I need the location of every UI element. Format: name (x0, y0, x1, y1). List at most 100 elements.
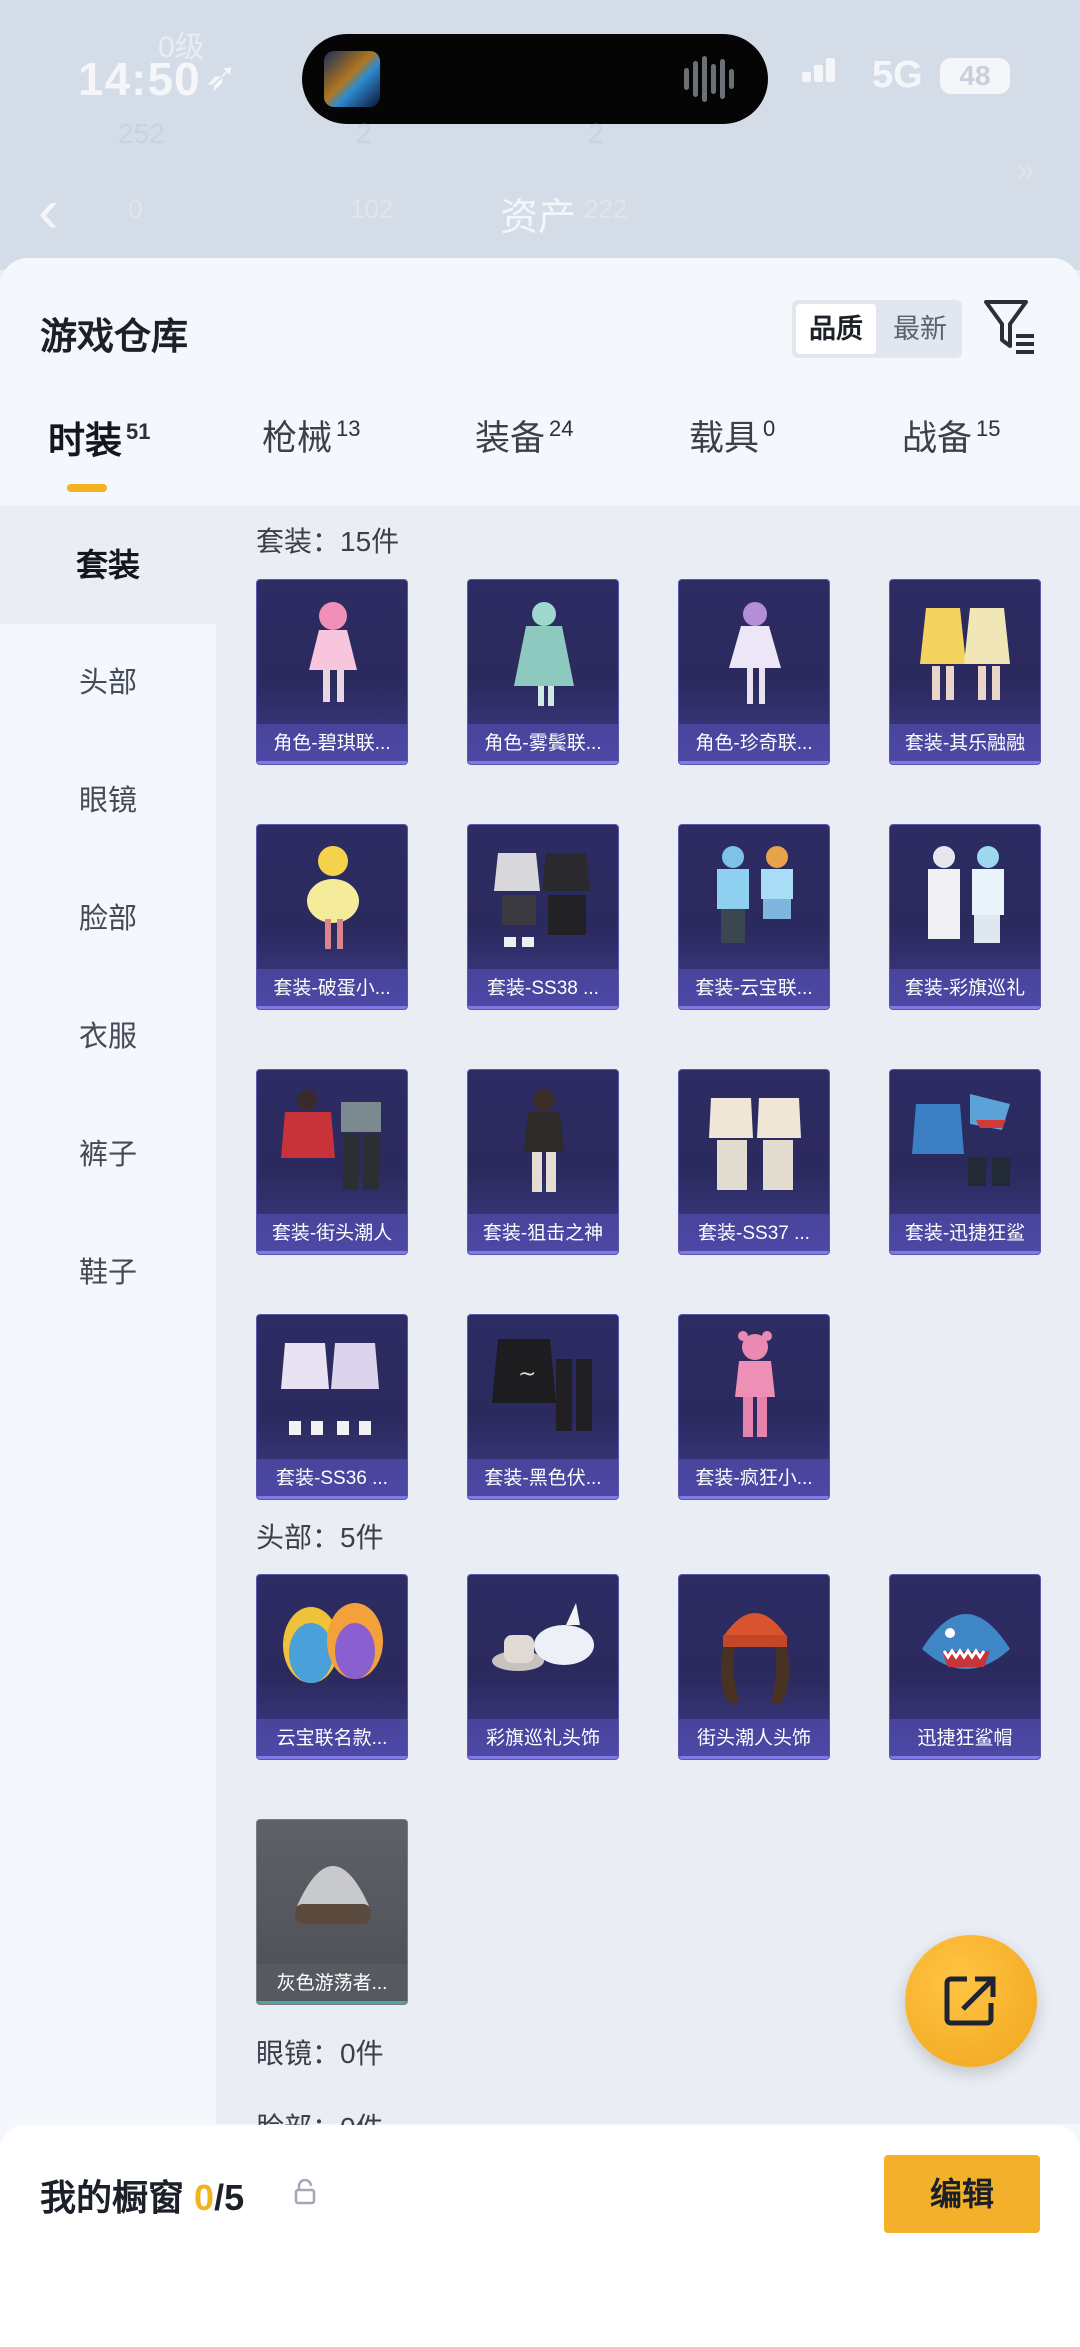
item-card[interactable]: 套装-疯狂小... (678, 1314, 830, 1500)
cloud-outfit-icon (717, 846, 793, 943)
tab-label: 枪械 (262, 419, 333, 458)
item-card[interactable]: 套装-街头潮人 (256, 1069, 408, 1255)
tab-label: 战备 (902, 419, 973, 458)
item-name: 套装-疯狂小... (679, 1459, 829, 1499)
item-card[interactable]: 云宝联名款... (256, 1574, 408, 1760)
item-card[interactable]: 街头潮人头饰 (678, 1574, 830, 1760)
tab-count: 51 (126, 419, 151, 444)
dynamic-island[interactable] (302, 34, 768, 124)
sheet-title: 游戏仓库 (40, 316, 188, 357)
sidebar-item-sets[interactable]: 套装 (0, 506, 216, 624)
teal-character-icon (514, 602, 574, 706)
sort-newest-button[interactable]: 最新 (880, 304, 960, 354)
item-name: 灰色游荡者... (257, 1964, 407, 2004)
item-name: 套装-街头潮人 (257, 1214, 407, 1254)
back-chevron-icon[interactable]: ‹ (38, 176, 59, 247)
item-name: 套装-云宝联... (679, 969, 829, 1009)
sort-quality-button[interactable]: 品质 (796, 304, 876, 354)
item-name: 角色-珍奇联... (679, 724, 829, 764)
category-tabs: 时装 51 枪械 13 装备 24 载具 0 战备 15 (0, 410, 1080, 506)
showcase-label: 我的橱窗 (40, 2177, 185, 2218)
tab-count: 24 (549, 416, 574, 441)
edit-button[interactable]: 编辑 (884, 2155, 1040, 2233)
item-name: 套装-SS38 ... (468, 969, 618, 1009)
pink-bear-outfit-icon (735, 1331, 775, 1437)
background-page: 0级 14:50 ➶ 5G 48 252 2 2 ‹ 0 102 资产 222 … (0, 0, 1080, 270)
sidebar-item-clothes[interactable]: 衣服 (0, 978, 216, 1096)
section-title: 眼镜：0件 (256, 2038, 384, 2069)
tab-label: 装备 (475, 419, 546, 458)
tab-label: 时装 (48, 420, 122, 461)
item-card[interactable]: 套装-SS36 ... (256, 1314, 408, 1500)
item-card[interactable]: 套装-彩旗巡礼 (889, 824, 1041, 1010)
sidebar-item-pants[interactable]: 裤子 (0, 1096, 216, 1214)
street-outfit-icon (281, 1090, 381, 1190)
audio-wave-icon (684, 56, 744, 102)
black-hoodie-outfit-icon: ~ (492, 1339, 592, 1431)
item-name: 套装-狙击之神 (468, 1214, 618, 1254)
tab-count: 15 (976, 416, 1001, 441)
background-stat: 2 (356, 118, 372, 149)
item-card[interactable]: 套装-云宝联... (678, 824, 830, 1010)
network-type: 5G (872, 54, 923, 96)
item-card[interactable]: 套装-迅捷狂鲨 (889, 1069, 1041, 1255)
sidebar: 套装 头部 眼镜 脸部 衣服 裤子 鞋子 (0, 506, 216, 2124)
item-card[interactable]: 套装-狙击之神 (467, 1069, 619, 1255)
cloud-headwear-icon (492, 1603, 594, 1671)
item-card[interactable]: ~ 套装-黑色伏... (467, 1314, 619, 1500)
item-name: 彩旗巡礼头饰 (468, 1719, 618, 1759)
grey-beanie-icon (295, 1866, 371, 1924)
tab-equipment[interactable]: 装备 24 (475, 410, 574, 506)
pink-character-icon (309, 602, 357, 702)
tab-combat-gear[interactable]: 战备 15 (902, 410, 1001, 506)
chick-outfit-icon (307, 846, 359, 949)
item-name: 角色-碧琪联... (257, 724, 407, 764)
item-card[interactable]: 角色-珍奇联... (678, 579, 830, 765)
item-name: 套装-其乐融融 (890, 724, 1040, 764)
background-stat: 252 (118, 118, 165, 149)
tab-vehicles[interactable]: 载具 0 (689, 410, 775, 506)
background-value: 0 (128, 194, 143, 224)
sort-toggle: 品质 最新 (792, 300, 962, 358)
section-title: 头部：5件 (256, 1522, 384, 1553)
item-card[interactable]: 灰色游荡者... (256, 1819, 408, 2005)
status-time: 14:50 (78, 53, 201, 105)
album-art-icon (324, 51, 380, 107)
section-title: 套装：15件 (256, 526, 400, 557)
item-grid: 套装：15件 角色-碧琪联... 角色-雾鬓联... 角色-珍奇联... 套装-… (216, 506, 1080, 2143)
svg-text:~: ~ (518, 1362, 536, 1387)
beanie-dreads-icon (721, 1613, 789, 1703)
item-name: 角色-雾鬓联... (468, 724, 618, 764)
item-name: 迅捷狂鲨帽 (890, 1719, 1040, 1759)
background-value: 102 (350, 194, 394, 224)
item-card[interactable]: 角色-碧琪联... (256, 579, 408, 765)
rocket-icon: ➶ (204, 55, 238, 99)
showcase-title: 我的橱窗 0/5 (40, 2169, 244, 2221)
battery-icon: 48 (940, 58, 1010, 94)
item-card[interactable]: 迅捷狂鲨帽 (889, 1574, 1041, 1760)
cellular-signal-icon (802, 58, 846, 92)
tab-guns[interactable]: 枪械 13 (262, 410, 361, 506)
sidebar-item-face[interactable]: 脸部 (0, 860, 216, 978)
warehouse-body: 套装 头部 眼镜 脸部 衣服 裤子 鞋子 套装：15件 角色-碧琪联... 角色… (0, 506, 1080, 2143)
item-card[interactable]: 套装-SS37 ... (678, 1069, 830, 1255)
item-name: 云宝联名款... (257, 1719, 407, 1759)
share-button[interactable] (905, 1935, 1037, 2067)
sidebar-item-shoes[interactable]: 鞋子 (0, 1214, 216, 1332)
showcase-count: 0 (194, 2177, 215, 2218)
item-card[interactable]: 套装-破蛋小... (256, 824, 408, 1010)
ss36-outfit-icon (281, 1343, 379, 1435)
item-name: 套装-彩旗巡礼 (890, 969, 1040, 1009)
item-card[interactable]: 角色-雾鬓联... (467, 579, 619, 765)
item-card[interactable]: 套装-SS38 ... (467, 824, 619, 1010)
tab-count: 13 (336, 416, 361, 441)
filter-icon[interactable] (982, 296, 1038, 358)
background-assets-label: 资产 (500, 197, 577, 239)
ss37-outfit-icon (709, 1098, 801, 1190)
sidebar-item-glasses[interactable]: 眼镜 (0, 742, 216, 860)
sidebar-item-head[interactable]: 头部 (0, 624, 216, 742)
rainbow-wig-icon (283, 1603, 383, 1683)
double-chevron-icon: » (1017, 154, 1034, 187)
item-card[interactable]: 彩旗巡礼头饰 (467, 1574, 619, 1760)
item-card[interactable]: 套装-其乐融融 (889, 579, 1041, 765)
